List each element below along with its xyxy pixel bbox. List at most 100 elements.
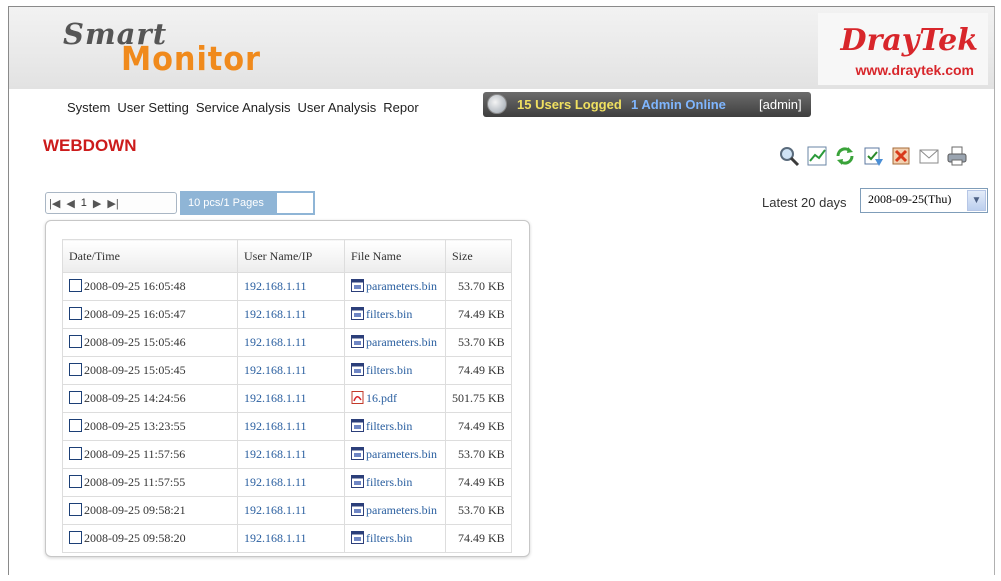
file-name-link[interactable]: parameters.bin [366,503,437,517]
page-jump-input[interactable] [275,191,315,215]
size-cell: 74.49 KB [445,300,512,329]
page-title: WEBDOWN [43,136,137,155]
export-icon[interactable] [861,144,885,168]
file-name-link[interactable]: filters.bin [366,363,412,377]
menu-item-system[interactable]: System [67,100,110,115]
user-ip-cell: 192.168.1.11 [237,300,345,329]
row-checkbox[interactable] [69,503,82,516]
logo-monitor-text: Monitor [121,39,261,78]
row-checkbox[interactable] [69,391,82,404]
table-row: 2008-09-25 16:05:48 192.168.1.11 parameter… [62,272,512,301]
datetime-cell: 2008-09-25 15:05:46 [62,328,238,357]
admin-online-count: 1 Admin Online [631,97,726,112]
user-ip-cell: 192.168.1.11 [237,384,345,413]
current-page-number: 1 [80,197,87,209]
chevron-down-icon[interactable]: ▼ [967,190,986,211]
file-name-link[interactable]: parameters.bin [366,335,437,349]
user-ip-link[interactable]: 192.168.1.11 [244,419,307,433]
online-status-bar: 15 Users Logged 1 Admin Online [admin] [483,92,811,117]
menu-item-user-analysis[interactable]: User Analysis [298,100,377,115]
file-name-cell: filters.bin [344,468,446,497]
row-checkbox[interactable] [69,419,82,432]
user-ip-cell: 192.168.1.11 [237,468,345,497]
column-header-user-ip[interactable]: User Name/IP [237,239,345,273]
user-ip-link[interactable]: 192.168.1.11 [244,363,307,377]
file-name-link[interactable]: parameters.bin [366,279,437,293]
size-cell: 53.70 KB [445,496,512,525]
file-name-link[interactable]: 16.pdf [366,391,397,405]
file-name-cell: parameters.bin [344,440,446,469]
datetime-cell: 2008-09-25 16:05:48 [62,272,238,301]
row-checkbox[interactable] [69,307,82,320]
prev-page-button[interactable]: ◀ [63,197,77,210]
table-row: 2008-09-25 11:57:56 192.168.1.11 parameter… [62,440,512,469]
datetime-cell: 2008-09-25 11:57:55 [62,468,238,497]
datetime-value: 2008-09-25 13:23:55 [84,419,186,433]
row-checkbox[interactable] [69,447,82,460]
file-name-cell: parameters.bin [344,496,446,525]
menu-item-service-analysis[interactable]: Service Analysis [196,100,291,115]
user-ip-link[interactable]: 192.168.1.11 [244,447,307,461]
size-cell: 74.49 KB [445,524,512,553]
row-checkbox[interactable] [69,475,82,488]
user-ip-link[interactable]: 192.168.1.11 [244,307,307,321]
column-header-datetime[interactable]: Date/Time [62,239,238,273]
user-ip-link[interactable]: 192.168.1.11 [244,391,307,405]
user-ip-cell: 192.168.1.11 [237,272,345,301]
user-ip-cell: 192.168.1.11 [237,496,345,525]
user-ip-link[interactable]: 192.168.1.11 [244,531,307,545]
user-ip-cell: 192.168.1.11 [237,328,345,357]
file-name-cell: filters.bin [344,356,446,385]
datetime-value: 2008-09-25 11:57:55 [84,475,186,489]
column-header-file-name[interactable]: File Name [344,239,446,273]
file-name-cell: parameters.bin [344,272,446,301]
next-page-button[interactable]: ▶ [90,197,104,210]
row-checkbox[interactable] [69,335,82,348]
app-frame: Smart Monitor DrayTek www.draytek.com Sy… [8,6,995,575]
chart-icon[interactable] [805,144,829,168]
datetime-value: 2008-09-25 15:05:45 [84,363,186,377]
table-row: 2008-09-25 16:05:47 192.168.1.11 filters.b… [62,300,512,329]
file-name-link[interactable]: parameters.bin [366,447,437,461]
pagination-control: |◀ ◀ 1 ▶ ▶| [45,192,177,214]
user-ip-link[interactable]: 192.168.1.11 [244,279,307,293]
globe-icon [487,94,507,114]
file-name-link[interactable]: filters.bin [366,307,412,321]
row-checkbox[interactable] [69,363,82,376]
user-ip-cell: 192.168.1.11 [237,440,345,469]
user-ip-link[interactable]: 192.168.1.11 [244,475,307,489]
file-name-link[interactable]: filters.bin [366,531,412,545]
datetime-value: 2008-09-25 15:05:46 [84,335,186,349]
first-page-button[interactable]: |◀ [46,197,63,210]
brand-logo: DrayTek www.draytek.com [818,13,988,85]
user-ip-link[interactable]: 192.168.1.11 [244,335,307,349]
binary-file-icon [351,419,366,433]
column-header-size[interactable]: Size [445,239,512,273]
delete-icon[interactable] [889,144,913,168]
size-cell: 53.70 KB [445,328,512,357]
datetime-cell: 2008-09-25 09:58:21 [62,496,238,525]
row-checkbox[interactable] [69,279,82,292]
datetime-cell: 2008-09-25 14:24:56 [62,384,238,413]
brand-url: www.draytek.com [855,62,974,78]
file-name-link[interactable]: filters.bin [366,419,412,433]
mail-icon[interactable] [917,144,941,168]
binary-file-icon [351,447,366,461]
menu-item-user-setting[interactable]: User Setting [117,100,189,115]
row-checkbox[interactable] [69,531,82,544]
file-name-cell: filters.bin [344,412,446,441]
user-ip-link[interactable]: 192.168.1.11 [244,503,307,517]
last-page-button[interactable]: ▶| [104,197,121,210]
current-user[interactable]: [admin] [759,97,802,112]
menu-item-report[interactable]: Repor [383,100,418,115]
print-icon[interactable] [945,144,969,168]
table-row: 2008-09-25 11:57:55 192.168.1.11 filters.b… [62,468,512,497]
file-name-cell: parameters.bin [344,328,446,357]
search-icon[interactable] [777,144,801,168]
datetime-value: 2008-09-25 11:57:56 [84,447,186,461]
refresh-icon[interactable] [833,144,857,168]
file-name-link[interactable]: filters.bin [366,475,412,489]
datetime-value: 2008-09-25 09:58:20 [84,531,186,545]
table-row: 2008-09-25 09:58:20 192.168.1.11 filters.b… [62,524,512,553]
date-select[interactable]: 2008-09-25(Thu) ▼ [860,188,988,213]
